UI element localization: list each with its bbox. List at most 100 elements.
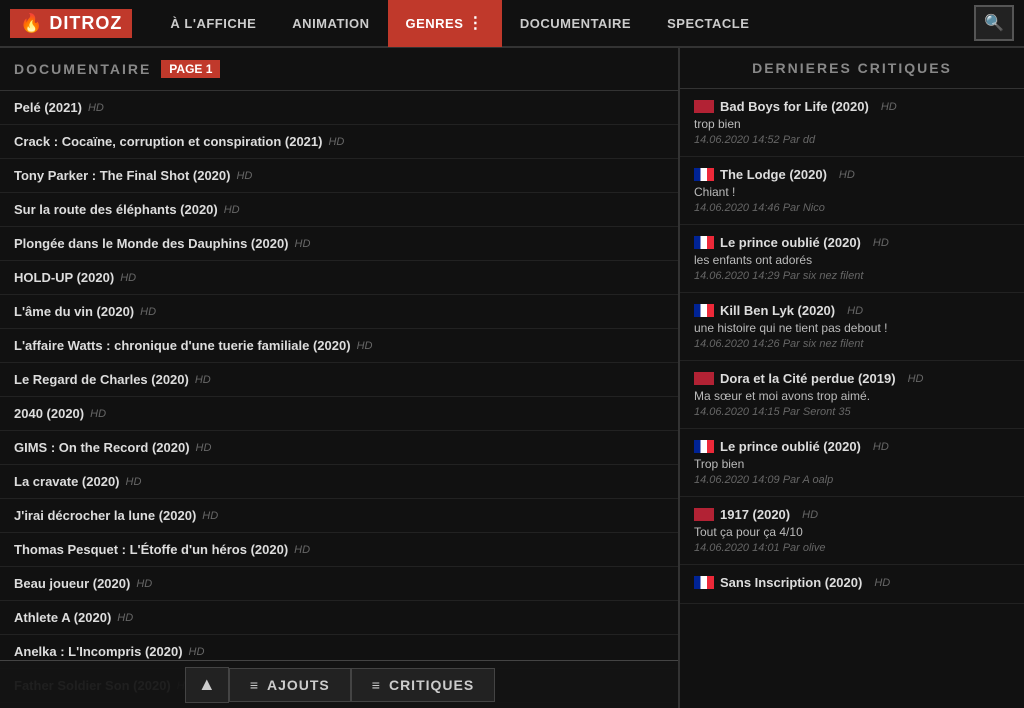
movie-item[interactable]: GIMS : On the Record (2020) HD <box>0 431 678 465</box>
critique-text: Trop bien <box>694 457 1010 471</box>
critique-title[interactable]: Kill Ben Lyk (2020) <box>720 303 835 318</box>
movie-item[interactable]: Le Regard de Charles (2020) HD <box>0 363 678 397</box>
movie-item[interactable]: Athlete A (2020)HD <box>0 601 678 635</box>
hd-badge: HD <box>189 646 205 658</box>
hd-badge: HD <box>126 476 142 488</box>
critique-title[interactable]: Le prince oublié (2020) <box>720 235 861 250</box>
movie-title: L'âme du vin (2020) <box>14 304 134 319</box>
hd-badge: HD <box>136 578 152 590</box>
movie-item[interactable]: Thomas Pesquet : L'Étoffe d'un héros (20… <box>0 533 678 567</box>
movie-title: Le Regard de Charles (2020) <box>14 372 189 387</box>
hd-badge: HD <box>839 169 855 181</box>
movie-item[interactable]: 2040 (2020) HD <box>0 397 678 431</box>
logo[interactable]: 🔥 DITROZ <box>10 9 132 38</box>
hd-badge: HD <box>120 272 136 284</box>
critique-movie-header: Sans Inscription (2020) HD <box>694 575 1010 590</box>
country-flag-icon <box>694 372 714 385</box>
critique-movie-header: Le prince oublié (2020) HD <box>694 439 1010 454</box>
critique-meta: 14.06.2020 14:01 Par olive <box>694 542 1010 554</box>
critique-text: trop bien <box>694 117 1010 131</box>
page-badge: PAGE 1 <box>161 60 220 78</box>
hd-badge: HD <box>88 102 104 114</box>
main-content: DOCUMENTAIRE PAGE 1 Pelé (2021) HD Crack :… <box>0 48 1024 708</box>
hd-badge: HD <box>802 509 818 521</box>
movie-item[interactable]: Crack : Cocaïne, corruption et conspirat… <box>0 125 678 159</box>
movie-item[interactable]: La cravate (2020) HD <box>0 465 678 499</box>
movie-item[interactable]: L'affaire Watts : chronique d'une tuerie… <box>0 329 678 363</box>
movie-item[interactable]: Beau joueur (2020) HD <box>0 567 678 601</box>
movie-title: Tony Parker : The Final Shot (2020) <box>14 168 230 183</box>
movie-title: Beau joueur (2020) <box>14 576 130 591</box>
hd-badge: HD <box>328 136 344 148</box>
genres-dots-icon: ⋮ <box>467 13 484 33</box>
main-nav: À L'AFFICHE ANIMATION GENRES ⋮ DOCUMENTA… <box>152 0 974 47</box>
ajouts-button[interactable]: ≡ AJOUTS <box>229 668 351 702</box>
hd-badge: HD <box>90 408 106 420</box>
movie-title: L'affaire Watts : chronique d'une tuerie… <box>14 338 351 353</box>
movie-title: HOLD-UP (2020) <box>14 270 114 285</box>
movie-item[interactable]: Pelé (2021) HD <box>0 91 678 125</box>
critique-meta: 14.06.2020 14:26 Par six nez filent <box>694 338 1010 350</box>
country-flag-icon <box>694 508 714 521</box>
critique-movie-header: Le prince oublié (2020) HD <box>694 235 1010 250</box>
country-flag-icon <box>694 168 714 181</box>
country-flag-icon <box>694 576 714 589</box>
critique-title[interactable]: 1917 (2020) <box>720 507 790 522</box>
movie-item[interactable]: Tony Parker : The Final Shot (2020) HD <box>0 159 678 193</box>
nav-item-documentaire[interactable]: DOCUMENTAIRE <box>502 0 649 47</box>
critique-item: Kill Ben Lyk (2020) HD une histoire qui … <box>680 293 1024 361</box>
hd-badge: HD <box>202 510 218 522</box>
critique-title[interactable]: Bad Boys for Life (2020) <box>720 99 869 114</box>
country-flag-icon <box>694 440 714 453</box>
movie-title: Thomas Pesquet : L'Étoffe d'un héros (20… <box>14 542 288 557</box>
movie-item[interactable]: Sur la route des éléphants (2020)HD <box>0 193 678 227</box>
critique-meta: 14.06.2020 14:15 Par Seront 35 <box>694 406 1010 418</box>
scroll-up-button[interactable]: ▲ <box>185 667 229 703</box>
movie-title: Plongée dans le Monde des Dauphins (2020… <box>14 236 289 251</box>
country-flag-icon <box>694 100 714 113</box>
movie-title: GIMS : On the Record (2020) <box>14 440 190 455</box>
critique-title[interactable]: Le prince oublié (2020) <box>720 439 861 454</box>
critique-title[interactable]: Dora et la Cité perdue (2019) <box>720 371 896 386</box>
flame-icon: 🔥 <box>20 13 43 34</box>
critique-meta: 14.06.2020 14:52 Par dd <box>694 134 1010 146</box>
hd-badge: HD <box>357 340 373 352</box>
critique-meta: 14.06.2020 14:46 Par Nico <box>694 202 1010 214</box>
movie-title: Crack : Cocaïne, corruption et conspirat… <box>14 134 322 149</box>
nav-item-spectacle[interactable]: SPECTACLE <box>649 0 767 47</box>
nav-item-animation[interactable]: ANIMATION <box>274 0 387 47</box>
nav-item-genres[interactable]: GENRES ⋮ <box>388 0 502 47</box>
hd-badge: HD <box>908 373 924 385</box>
critique-item: Le prince oublié (2020) HD Trop bien 14.… <box>680 429 1024 497</box>
movie-title: 2040 (2020) <box>14 406 84 421</box>
movie-item[interactable]: HOLD-UP (2020) HD <box>0 261 678 295</box>
section-title: DOCUMENTAIRE <box>14 61 151 77</box>
critique-item: The Lodge (2020) HD Chiant ! 14.06.2020 … <box>680 157 1024 225</box>
hd-badge: HD <box>881 101 897 113</box>
movie-item[interactable]: Plongée dans le Monde des Dauphins (2020… <box>0 227 678 261</box>
critique-item: Dora et la Cité perdue (2019) HD Ma sœur… <box>680 361 1024 429</box>
critique-text: Tout ça pour ça 4/10 <box>694 525 1010 539</box>
hd-badge: HD <box>195 374 211 386</box>
critique-movie-header: Kill Ben Lyk (2020) HD <box>694 303 1010 318</box>
critique-movie-header: 1917 (2020) HD <box>694 507 1010 522</box>
up-arrow-icon: ▲ <box>198 674 216 695</box>
hd-badge: HD <box>236 170 252 182</box>
critique-meta: 14.06.2020 14:09 Par A oalp <box>694 474 1010 486</box>
critiques-button[interactable]: ≡ CRITIQUES <box>351 668 495 702</box>
nav-item-affiche[interactable]: À L'AFFICHE <box>152 0 274 47</box>
hd-badge: HD <box>196 442 212 454</box>
left-panel: DOCUMENTAIRE PAGE 1 Pelé (2021) HD Crack :… <box>0 48 680 708</box>
movie-title: La cravate (2020) <box>14 474 120 489</box>
critique-title[interactable]: The Lodge (2020) <box>720 167 827 182</box>
hd-badge: HD <box>294 544 310 556</box>
movie-title: Sur la route des éléphants (2020) <box>14 202 218 217</box>
critique-text: Chiant ! <box>694 185 1010 199</box>
critiques-label: CRITIQUES <box>389 677 474 693</box>
bottom-bar: ▲ ≡ AJOUTS ≡ CRITIQUES <box>0 660 680 708</box>
search-button[interactable]: 🔍 <box>974 5 1014 41</box>
movie-item[interactable]: J'irai décrocher la lune (2020)HD <box>0 499 678 533</box>
movie-item[interactable]: L'âme du vin (2020)HD <box>0 295 678 329</box>
critique-title[interactable]: Sans Inscription (2020) <box>720 575 862 590</box>
movie-title: Pelé (2021) <box>14 100 82 115</box>
